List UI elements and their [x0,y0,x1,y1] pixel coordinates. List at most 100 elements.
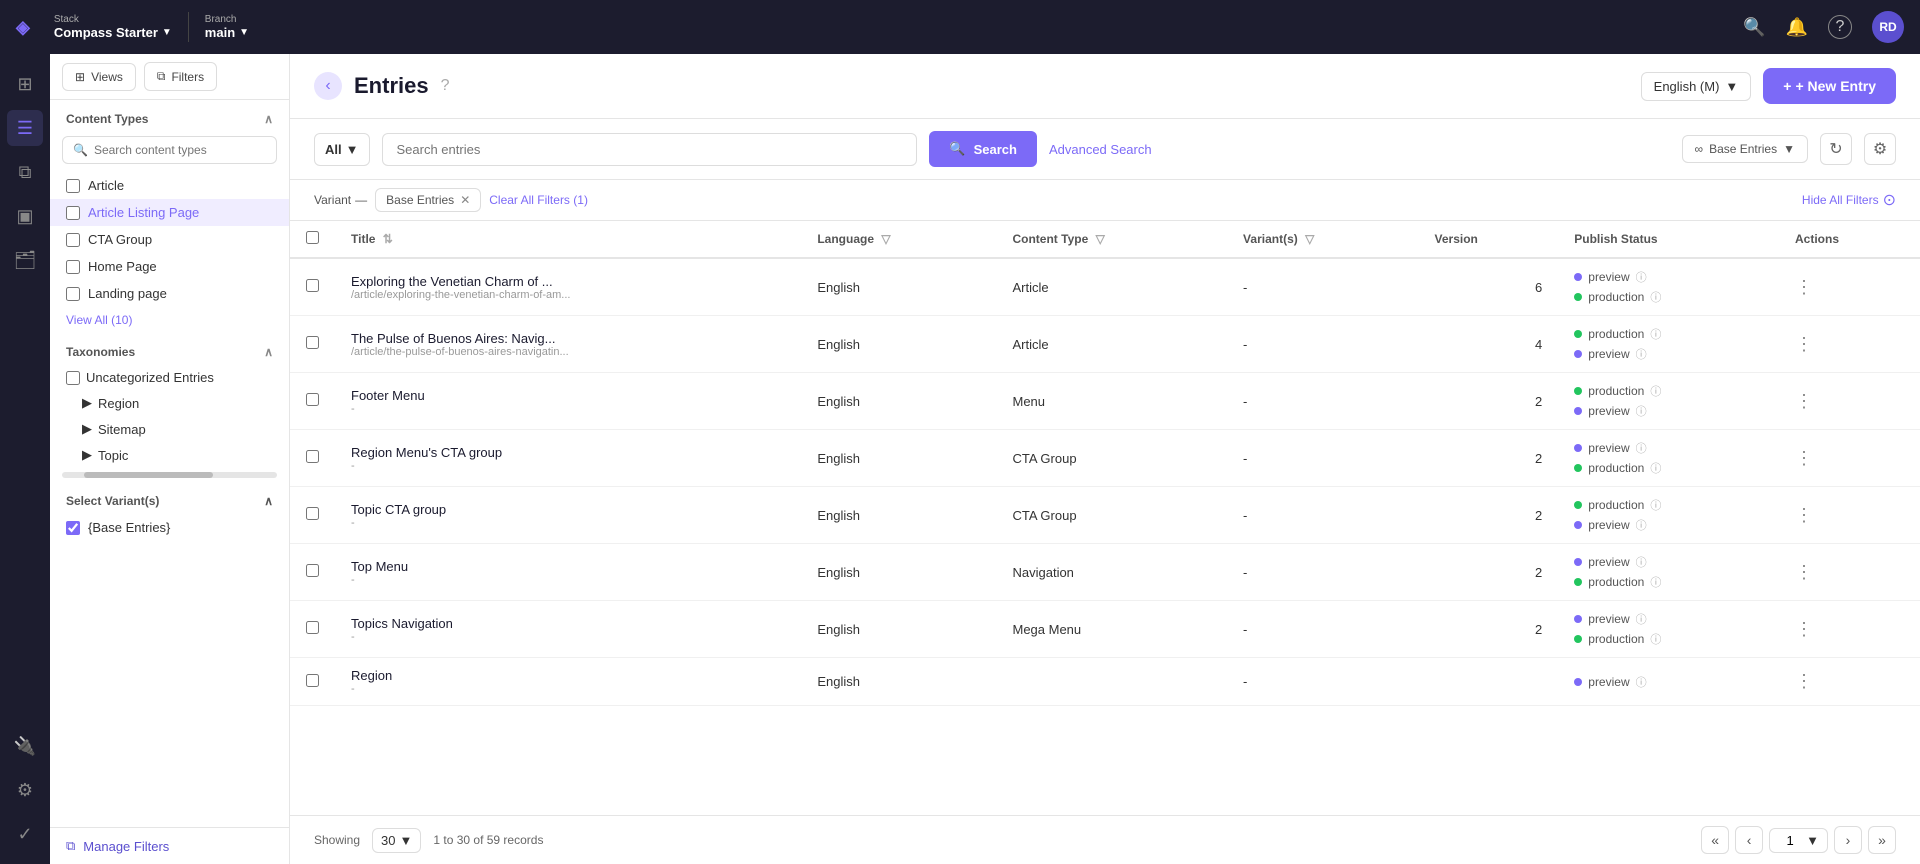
user-avatar[interactable]: RD [1872,11,1904,43]
help-icon[interactable]: ? [1828,15,1852,39]
row-checkbox[interactable] [306,674,319,687]
publish-info-icon[interactable]: ⓘ [1636,403,1647,419]
publish-info-icon[interactable]: ⓘ [1636,674,1647,690]
publish-info-icon[interactable]: ⓘ [1636,611,1647,627]
entries-search-input[interactable] [382,133,918,166]
actions-menu-button[interactable]: ⋮ [1795,448,1813,468]
table-settings-button[interactable]: ⚙ [1864,133,1896,165]
publish-info-icon[interactable]: ⓘ [1650,574,1661,590]
publish-info-icon[interactable]: ⓘ [1636,554,1647,570]
landing-page-checkbox[interactable] [66,287,80,301]
taxonomy-sitemap[interactable]: ▶ Sitemap [50,416,289,442]
taxonomies-chevron[interactable]: ∧ [264,345,273,359]
content-type-cta-group[interactable]: CTA Group [50,226,289,253]
actions-menu-button[interactable]: ⋮ [1795,391,1813,411]
content-types-chevron[interactable]: ∧ [264,112,273,126]
actions-menu-button[interactable]: ⋮ [1795,671,1813,691]
all-chevron-icon: ▼ [346,142,359,157]
per-page-selector[interactable]: 30 ▼ [372,828,421,853]
row-checkbox[interactable] [306,621,319,634]
cta-group-checkbox[interactable] [66,233,80,247]
next-page-button[interactable]: › [1834,826,1862,854]
icon-bar-files[interactable]: 🗂 [7,242,43,278]
icon-bar-extensions[interactable]: 🔌 [7,728,43,764]
icon-bar-checklist[interactable]: ✓ [7,816,43,852]
entry-title: Exploring the Venetian Charm of ... [351,274,785,289]
uncategorized-checkbox[interactable] [66,371,80,385]
entry-language: English [801,601,996,658]
row-checkbox[interactable] [306,564,319,577]
manage-filters-bar[interactable]: ⧉ Manage Filters [50,827,289,864]
icon-bar-entries[interactable]: ☰ [7,110,43,146]
clear-filters-button[interactable]: Clear All Filters (1) [489,193,588,207]
page-number-input[interactable] [1778,833,1802,848]
variant-base-entries-checkbox[interactable] [66,521,80,535]
publish-label: production [1588,575,1644,589]
select-all-checkbox[interactable] [306,231,319,244]
sidebar-scrollbar-h[interactable] [62,472,277,478]
content-type-search-input[interactable] [94,143,266,157]
taxonomy-region[interactable]: ▶ Region [50,390,289,416]
plus-icon: + [1783,78,1791,94]
article-checkbox[interactable] [66,179,80,193]
base-entries-selector[interactable]: ∞ Base Entries ▼ [1682,135,1809,163]
entries-help-icon[interactable]: ? [441,77,450,95]
content-type-landing-page[interactable]: Landing page [50,280,289,307]
home-page-checkbox[interactable] [66,260,80,274]
new-entry-button[interactable]: + + New Entry [1763,68,1896,104]
row-checkbox[interactable] [306,450,319,463]
hide-filters-button[interactable]: Hide All Filters ⊙ [1802,190,1896,210]
taxonomy-uncategorized[interactable]: Uncategorized Entries [50,365,289,390]
publish-info-icon[interactable]: ⓘ [1650,326,1661,342]
content-type-home-page[interactable]: Home Page [50,253,289,280]
icon-bar-layers[interactable]: ⧉ [7,154,43,190]
views-button[interactable]: ⊞ Views [62,63,136,91]
actions-menu-button[interactable]: ⋮ [1795,562,1813,582]
publish-label: preview [1588,404,1629,418]
publish-info-icon[interactable]: ⓘ [1636,269,1647,285]
row-checkbox[interactable] [306,507,319,520]
actions-menu-button[interactable]: ⋮ [1795,619,1813,639]
content-type-article-listing[interactable]: Article Listing Page [50,199,289,226]
publish-info-icon[interactable]: ⓘ [1650,460,1661,476]
search-icon[interactable]: 🔍 [1743,17,1765,38]
branch-name[interactable]: main ▼ [205,25,249,40]
publish-info-icon[interactable]: ⓘ [1636,346,1647,362]
select-variant-chevron[interactable]: ∧ [264,494,273,508]
all-selector[interactable]: All ▼ [314,133,370,166]
filters-button[interactable]: ⧉ Filters [144,62,217,91]
row-checkbox[interactable] [306,393,319,406]
publish-info-icon[interactable]: ⓘ [1636,517,1647,533]
actions-menu-button[interactable]: ⋮ [1795,334,1813,354]
search-button[interactable]: 🔍 Search [929,131,1037,167]
view-all-link[interactable]: View All (10) [50,307,289,333]
first-page-button[interactable]: « [1701,826,1729,854]
actions-menu-button[interactable]: ⋮ [1795,505,1813,525]
icon-bar-box[interactable]: ▣ [7,198,43,234]
variant-base-entries[interactable]: {Base Entries} [50,514,289,541]
icon-bar-grid[interactable]: ⊞ [7,66,43,102]
advanced-search-button[interactable]: Advanced Search [1049,142,1152,157]
remove-filter-icon[interactable]: ✕ [460,193,470,207]
publish-info-icon[interactable]: ⓘ [1636,440,1647,456]
row-checkbox[interactable] [306,279,319,292]
refresh-button[interactable]: ↻ [1820,133,1852,165]
taxonomy-topic[interactable]: ▶ Topic [50,442,289,468]
publish-info-icon[interactable]: ⓘ [1650,631,1661,647]
actions-menu-button[interactable]: ⋮ [1795,277,1813,297]
content-type-article[interactable]: Article [50,172,289,199]
last-page-button[interactable]: » [1868,826,1896,854]
stack-name[interactable]: Compass Starter ▼ [54,25,172,40]
article-listing-checkbox[interactable] [66,206,80,220]
row-checkbox[interactable] [306,336,319,349]
publish-dot [1574,387,1582,395]
icon-bar-settings[interactable]: ⚙ [7,772,43,808]
entry-variants: - [1227,430,1418,487]
language-selector[interactable]: English (M) ▼ [1641,72,1752,101]
publish-info-icon[interactable]: ⓘ [1650,497,1661,513]
back-button[interactable]: ‹ [314,72,342,100]
publish-info-icon[interactable]: ⓘ [1650,289,1661,305]
bell-icon[interactable]: 🔔 [1786,17,1808,38]
prev-page-button[interactable]: ‹ [1735,826,1763,854]
publish-info-icon[interactable]: ⓘ [1650,383,1661,399]
